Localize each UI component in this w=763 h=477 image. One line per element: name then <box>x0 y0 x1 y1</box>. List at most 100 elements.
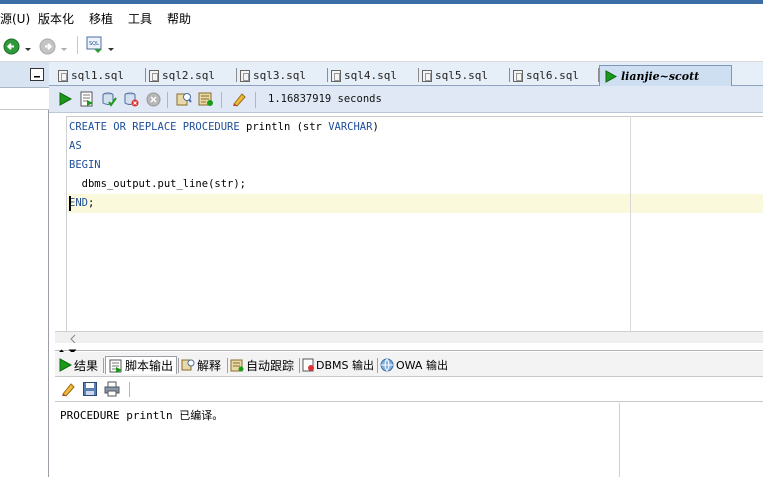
play-icon <box>59 358 72 372</box>
code-line-5: END; <box>69 194 94 213</box>
toolbar-separator <box>221 92 222 108</box>
editor-horizontal-scrollbar[interactable] <box>55 331 763 344</box>
tab-separator <box>103 358 104 373</box>
menu-source[interactable]: 源(U) <box>0 10 30 27</box>
tab-label: sql5.sql <box>435 69 488 82</box>
tab-separator <box>178 358 179 373</box>
run-script-button[interactable] <box>79 91 95 107</box>
print-output-button[interactable] <box>104 381 120 400</box>
sql-file-icon <box>240 69 250 82</box>
forward-icon <box>39 38 56 58</box>
cancel-icon <box>145 91 161 107</box>
tab-lianjie-scott[interactable]: lianjie~scott <box>599 65 732 87</box>
code-line-1: CREATE OR REPLACE PROCEDURE println (str… <box>69 118 379 137</box>
right-margin-line <box>630 116 631 332</box>
tab-sql5[interactable]: sql5.sql <box>422 65 488 86</box>
menu-migration[interactable]: 移植 <box>89 10 113 27</box>
tab-dbms-output[interactable]: DBMS 输出 <box>302 356 374 374</box>
menu-tools[interactable]: 工具 <box>128 10 152 27</box>
autotrace-button[interactable] <box>198 91 214 107</box>
dbms-output-icon <box>302 358 314 372</box>
tab-separator <box>227 358 228 373</box>
output-toolbar <box>55 377 763 402</box>
toolbar-separator <box>255 92 256 108</box>
play-icon <box>604 70 617 83</box>
run-statement-button[interactable] <box>57 91 73 107</box>
sql-file-icon <box>422 69 432 82</box>
back-icon[interactable] <box>3 38 20 58</box>
clear-button[interactable] <box>231 91 247 107</box>
tab-autotrace[interactable]: 自动跟踪 <box>230 356 294 374</box>
save-output-button[interactable] <box>82 381 98 400</box>
tab-sql2[interactable]: sql2.sql <box>149 65 215 86</box>
sql-file-icon <box>58 69 68 82</box>
code-line-3: BEGIN <box>69 159 101 171</box>
tab-label: 结果 <box>74 358 99 373</box>
sql-file-icon <box>513 69 523 82</box>
sql-file-icon <box>149 69 159 82</box>
toolbar-separator <box>129 382 130 397</box>
sql-editor[interactable] <box>55 116 763 332</box>
tab-label: sql1.sql <box>71 69 124 82</box>
tab-label: 脚本输出 <box>125 359 174 373</box>
output-margin-line <box>619 403 620 477</box>
tab-sql6[interactable]: sql6.sql <box>513 65 579 86</box>
code-keyword: VARCHAR <box>328 121 373 133</box>
worksheet-toolbar: 1.16837919 seconds <box>49 86 763 113</box>
code-line-4: dbms_output.put_line(str); <box>69 178 247 190</box>
rollback-button[interactable] <box>123 91 139 107</box>
tab-separator <box>418 68 419 82</box>
tab-separator <box>236 68 237 82</box>
output-message: PROCEDURE println 已编译。 <box>60 409 224 422</box>
connections-panel-header <box>0 62 49 88</box>
commit-button[interactable] <box>101 91 117 107</box>
forward-dropdown-icon <box>60 42 68 56</box>
editor-output-splitter[interactable] <box>55 343 763 354</box>
tab-separator <box>509 68 510 82</box>
connections-panel <box>0 62 49 477</box>
tab-explain[interactable]: 解释 <box>181 356 221 374</box>
tab-sql1[interactable]: sql1.sql <box>58 65 124 86</box>
clear-output-button[interactable] <box>60 381 76 400</box>
tab-label: sql4.sql <box>344 69 397 82</box>
tab-label: 自动跟踪 <box>246 358 295 373</box>
tab-separator <box>327 68 328 82</box>
execution-time: 1.16837919 seconds <box>268 93 382 105</box>
explain-icon <box>181 359 195 371</box>
current-line-highlight <box>68 194 763 213</box>
code-line-2: AS <box>69 140 82 152</box>
text-cursor <box>69 196 71 211</box>
code-keyword: END <box>69 197 88 209</box>
tab-sql4[interactable]: sql4.sql <box>331 65 397 86</box>
autotrace-icon <box>230 359 244 372</box>
connections-panel-toolbar <box>0 88 49 110</box>
sql-tuning-advisor-button[interactable] <box>176 91 192 107</box>
tab-label: OWA 输出 <box>396 359 448 372</box>
tab-separator <box>299 358 300 373</box>
sql-worksheet-icon[interactable]: SQL <box>86 36 104 57</box>
back-dropdown-icon[interactable] <box>24 42 32 56</box>
tab-separator <box>145 68 146 82</box>
toolbar-separator <box>167 92 168 108</box>
menu-bar: 源(U) 版本化 移植 工具 帮助 <box>0 4 763 30</box>
output-tab-bar: 结果 脚本输出 解释 自动跟踪 DBMS 输出 OWA 输出 <box>55 352 763 377</box>
sql-dropdown-icon[interactable] <box>107 42 115 56</box>
tab-label: DBMS 输出 <box>316 359 374 372</box>
tab-label: sql2.sql <box>162 69 215 82</box>
main-toolbar: SQL <box>0 30 763 62</box>
tab-results[interactable]: 结果 <box>58 356 98 374</box>
code-text: ; <box>87 197 95 209</box>
tab-owa-output[interactable]: OWA 输出 <box>380 356 448 374</box>
toolbar-separator <box>77 36 78 54</box>
tab-label: sql6.sql <box>526 69 579 82</box>
minimize-panel-icon[interactable] <box>30 68 44 81</box>
code-keyword: CREATE OR REPLACE PROCEDURE <box>69 121 240 133</box>
tab-script-output[interactable]: 脚本输出 <box>105 356 178 374</box>
tab-label: lianjie~scott <box>621 70 700 83</box>
menu-help[interactable]: 帮助 <box>167 10 191 27</box>
svg-text:SQL: SQL <box>89 41 99 47</box>
tab-sql3[interactable]: sql3.sql <box>240 65 306 86</box>
sql-file-icon <box>331 69 341 82</box>
menu-versioning[interactable]: 版本化 <box>38 10 74 27</box>
tab-label: sql3.sql <box>253 69 306 82</box>
